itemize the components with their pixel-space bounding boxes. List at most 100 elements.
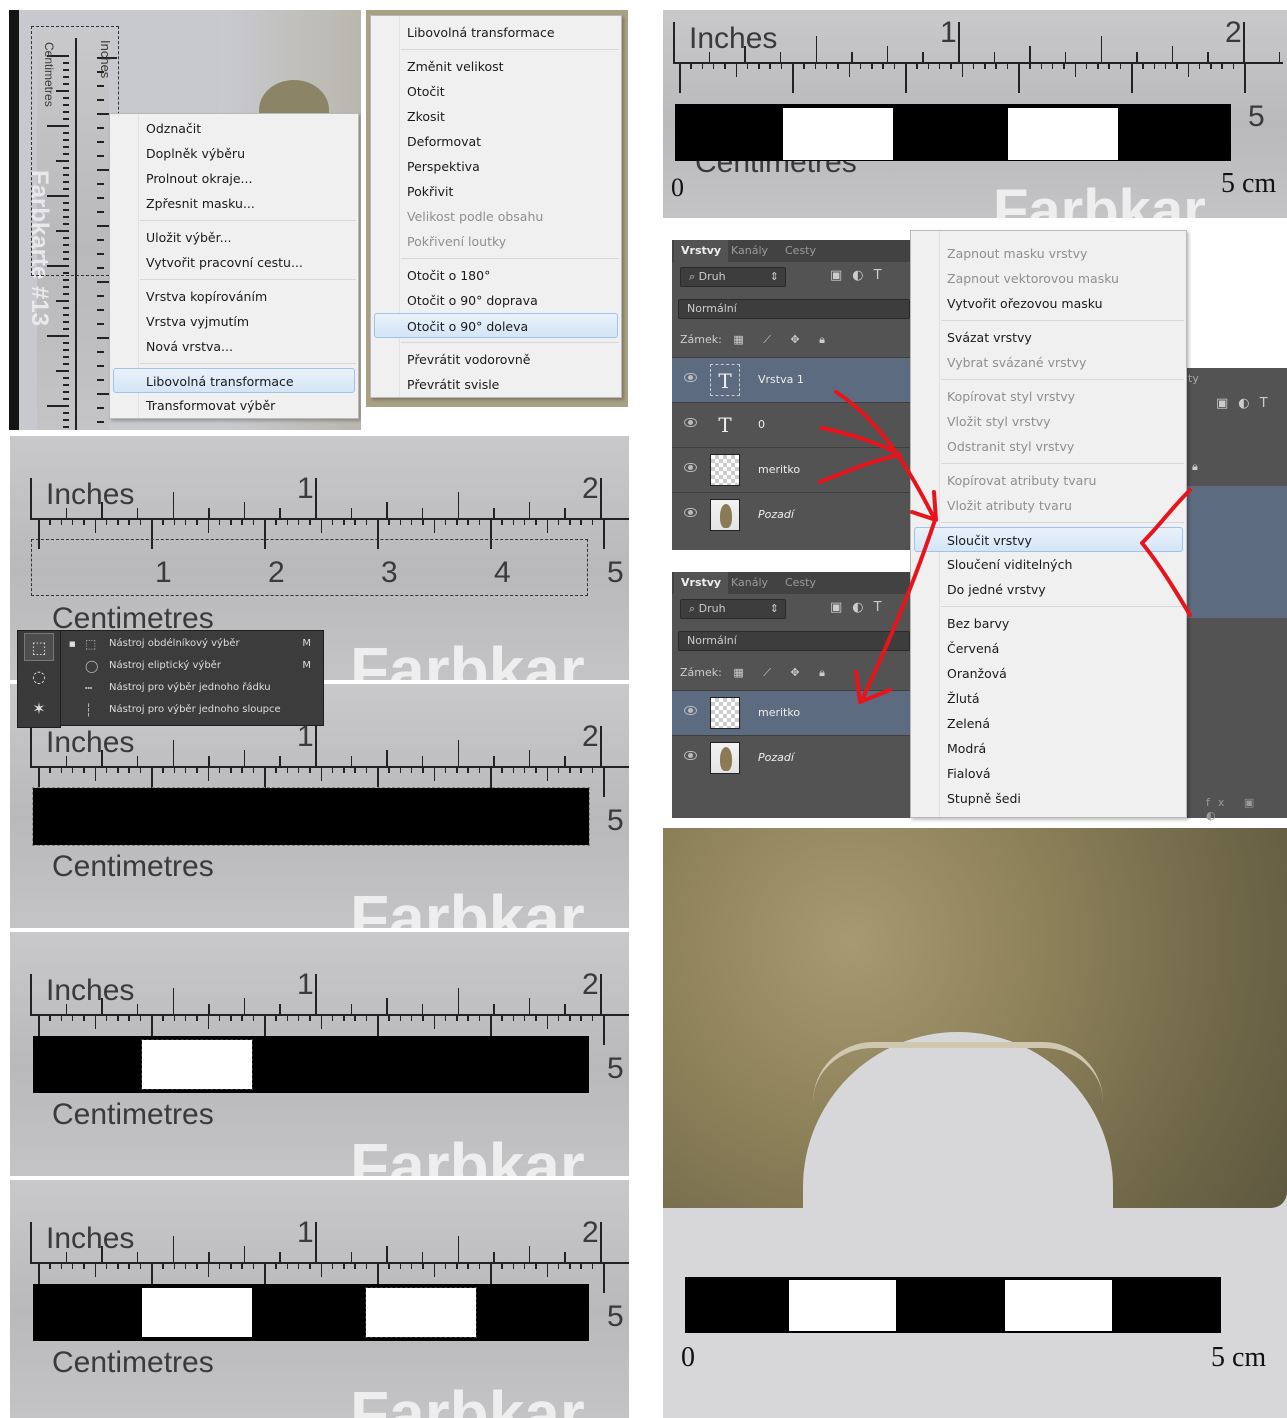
- menu-item[interactable]: Vytvořit ořezovou masku: [911, 291, 1186, 316]
- cm-tick: [139, 519, 142, 525]
- menu-item[interactable]: Svázat vrstvy: [911, 325, 1186, 350]
- cm-tick: [354, 1015, 356, 1021]
- inch-tick: [350, 756, 353, 766]
- menu-item[interactable]: Otočit: [371, 79, 621, 104]
- menu-item[interactable]: Modrá: [911, 736, 1186, 761]
- tab-paths[interactable]: Cesty: [778, 240, 823, 262]
- menu-item[interactable]: Bez barvy: [911, 611, 1186, 636]
- cm-tick: [399, 1263, 402, 1269]
- layer-row[interactable]: meritko: [672, 447, 910, 492]
- layer-row[interactable]: Pozadí: [672, 492, 910, 537]
- lock-icons[interactable]: ▦ ⟋ ✥ 🔒︎: [733, 333, 833, 346]
- menu-item[interactable]: Perspektiva: [371, 154, 621, 179]
- menu-item[interactable]: Zelená: [911, 711, 1186, 736]
- menu-item[interactable]: Otočit o 180°: [371, 263, 621, 288]
- transform-context-menu[interactable]: Libovolná transformace Změnit velikost Oto…: [370, 15, 622, 398]
- menu-item[interactable]: Sloučit vrstvy: [914, 527, 1183, 552]
- cm-tick: [365, 1015, 368, 1021]
- layers-panel-behind: ty ▣◐T 🔒︎ fx ▣ ◐: [1186, 368, 1287, 822]
- menu-item[interactable]: Zkosit: [371, 104, 621, 129]
- tool-flyout-item[interactable]: ■ ⬚ Nástroj obdélníkový výběr M: [61, 633, 323, 655]
- marquee-tool-icon[interactable]: ⬚: [24, 633, 54, 661]
- menu-item[interactable]: Odznačit: [110, 116, 358, 141]
- marquee-tool-flyout[interactable]: ■ ⬚ Nástroj obdélníkový výběr M ◯ Nástroj eli…: [60, 630, 324, 726]
- menu-item[interactable]: Červená: [911, 636, 1186, 661]
- tool-flyout-item[interactable]: ◯ Nástroj eliptický výběr M: [61, 655, 323, 677]
- eye-icon[interactable]: [684, 418, 697, 427]
- tab-layers[interactable]: Vrstvy: [674, 572, 729, 594]
- cm-tick: [546, 1263, 548, 1277]
- cm-tick: [467, 1015, 469, 1021]
- cm-tick: [995, 63, 997, 69]
- selection-tool-icon: ┆: [85, 703, 93, 717]
- blend-mode-select[interactable]: Normální: [678, 299, 910, 319]
- inch-tick: [600, 726, 602, 766]
- menu-item[interactable]: Libovolná transformace: [113, 368, 355, 393]
- layer-filter-select[interactable]: ⌕ Druh ⇕: [680, 599, 786, 619]
- menu-item[interactable]: Vrstva vyjmutím: [110, 309, 358, 334]
- menu-item[interactable]: Vrstva kopírováním: [110, 284, 358, 309]
- tab-channels[interactable]: Kanály: [724, 240, 775, 262]
- menu-item[interactable]: Sloučení viditelných: [911, 552, 1186, 577]
- menu-item[interactable]: Uložit výběr...: [110, 225, 358, 250]
- blend-mode-select[interactable]: Normální: [678, 631, 910, 651]
- menu-item[interactable]: Otočit o 90° doleva: [374, 313, 618, 338]
- inches-label: Inches: [46, 478, 135, 511]
- tool-flyout-item[interactable]: ┅ Nástroj pro výběr jednoho řádku: [61, 677, 323, 699]
- menu-item[interactable]: Prolnout okraje...: [110, 166, 358, 191]
- menu-item[interactable]: Převrátit vodorovně: [371, 347, 621, 372]
- layer-row[interactable]: meritko: [672, 690, 910, 735]
- cm-tick: [961, 63, 963, 77]
- menu-item[interactable]: Převrátit svisle: [371, 372, 621, 397]
- lock-row: Zámek: ▦ ⟋ ✥ 🔒︎: [680, 333, 833, 347]
- lock-icons[interactable]: ▦ ⟋ ✥ 🔒︎: [733, 666, 833, 679]
- menu-item[interactable]: Pokřivit: [371, 179, 621, 204]
- cm-tick: [557, 1015, 560, 1021]
- menu-item[interactable]: Nová vrstva...: [110, 334, 358, 359]
- cm-tick: [184, 767, 187, 773]
- menu-item[interactable]: Změnit velikost: [371, 54, 621, 79]
- menu-item[interactable]: Otočit o 90° doprava: [371, 288, 621, 313]
- menu-item[interactable]: Transformovat výběr: [110, 393, 358, 418]
- menu-item[interactable]: Libovolná transformace: [371, 20, 621, 45]
- tab-paths[interactable]: Cesty: [778, 572, 823, 594]
- tab-layers[interactable]: Vrstvy: [674, 240, 729, 262]
- cm-tick: [444, 1263, 447, 1269]
- menu-item: Zapnout vektorovou masku: [947, 271, 1119, 286]
- cm-tick: [603, 1015, 605, 1045]
- menu-item[interactable]: Fialová: [911, 761, 1186, 786]
- menu-item[interactable]: Vytvořit pracovní cestu...: [110, 250, 358, 275]
- cm-tick: [83, 1015, 85, 1021]
- layers-context-menu[interactable]: Zapnout masku vrstvy Zapnout vektorovou m…: [910, 230, 1187, 818]
- menu-item[interactable]: Do jedné vrstvy: [911, 577, 1186, 602]
- layer-filter-select[interactable]: ⌕ Druh ⇕: [680, 267, 786, 287]
- layer-row[interactable]: T Vrstva 1: [672, 357, 910, 402]
- vertical-cm-tick: [63, 426, 69, 428]
- menu-item[interactable]: Žlutá: [911, 686, 1186, 711]
- eye-icon[interactable]: [684, 463, 697, 472]
- eye-icon[interactable]: [684, 751, 697, 760]
- lasso-tool-icon[interactable]: ◌: [24, 663, 54, 691]
- magic-wand-tool-icon[interactable]: ✶: [24, 695, 54, 723]
- menu-item[interactable]: Doplněk výběru: [110, 141, 358, 166]
- menu-item[interactable]: Stupně šedi: [911, 786, 1186, 811]
- inch-tick: [1064, 52, 1067, 62]
- vertical-cm-tick: [63, 412, 69, 414]
- tool-flyout-item[interactable]: ┆ Nástroj pro výběr jednoho sloupce: [61, 699, 323, 721]
- layer-row[interactable]: T0: [672, 402, 910, 447]
- menu-item[interactable]: Oranžová: [911, 661, 1186, 686]
- menu-item[interactable]: Deformovat: [371, 129, 621, 154]
- layer-row[interactable]: Pozadí: [672, 735, 910, 780]
- menu-separator: [941, 463, 1184, 464]
- inch-tick: [457, 492, 459, 518]
- eye-icon[interactable]: [684, 508, 697, 517]
- eye-icon[interactable]: [684, 373, 697, 382]
- eye-icon[interactable]: [684, 706, 697, 715]
- selection-context-menu[interactable]: Odznačit Doplněk výběru Prolnout okraje...…: [109, 113, 359, 419]
- inch-baseline: [30, 518, 629, 520]
- menu-item[interactable]: Zpřesnit masku...: [110, 191, 358, 216]
- tab-channels[interactable]: Kanály: [724, 572, 775, 594]
- cm-tick: [309, 767, 311, 773]
- inch-tick: [172, 1236, 174, 1262]
- cm-tick: [712, 63, 715, 69]
